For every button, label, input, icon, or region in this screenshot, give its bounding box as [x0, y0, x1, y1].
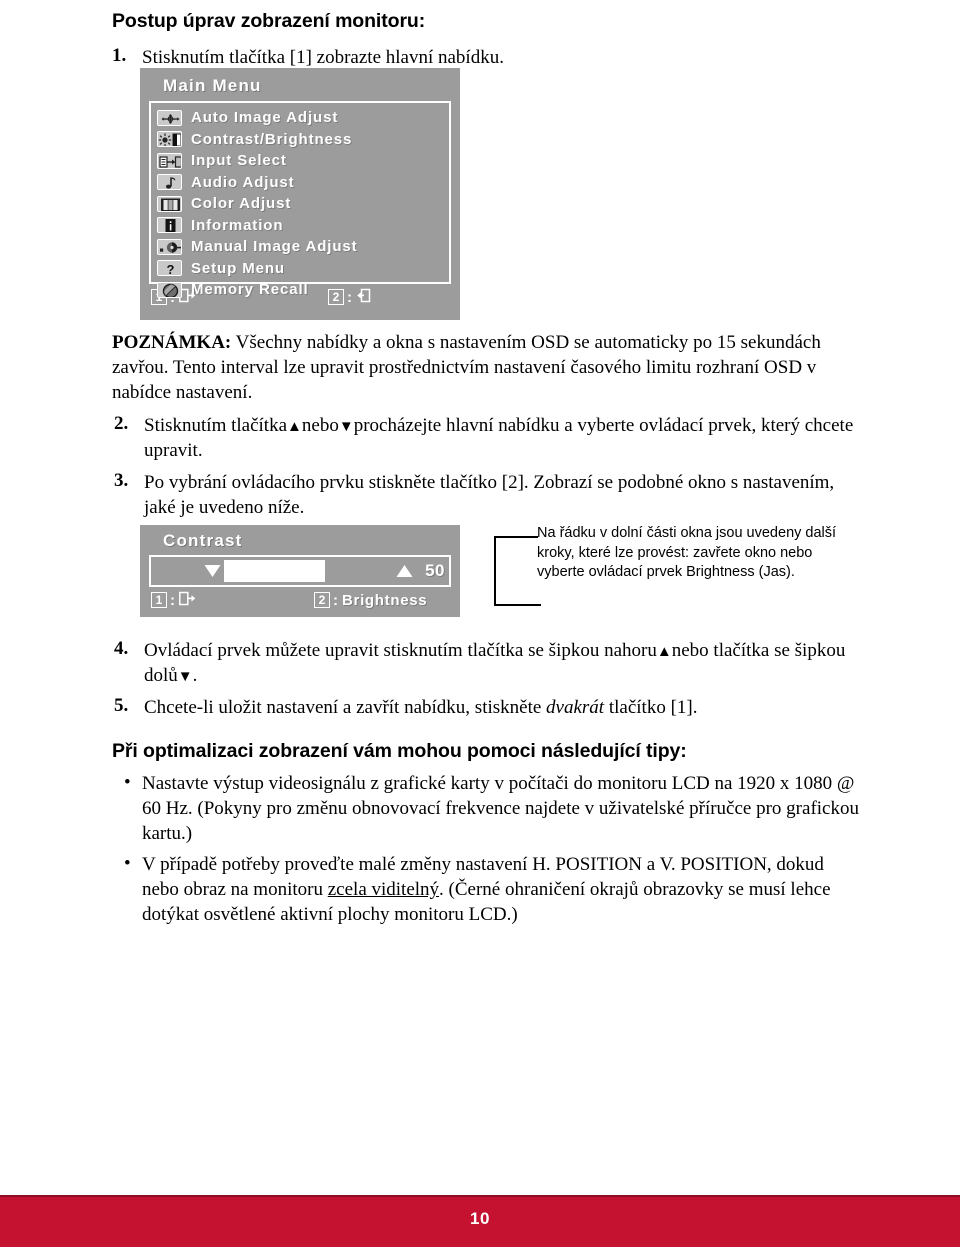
osd-main-menu-list: Auto Image Adjust Contrast/Brightness In… — [149, 101, 451, 298]
sidebar-item-label: Contrast/Brightness — [191, 130, 353, 148]
osd-main-menu[interactable]: Main Menu Auto Image Adjust Contrast/Bri… — [140, 68, 460, 320]
step-text: Stisknutím tlačítka [1] zobrazte hlavní … — [142, 47, 504, 68]
sidebar-item-label: Setup Menu — [191, 259, 285, 277]
callout-leader-horizontal-lower — [494, 604, 541, 606]
hint-colon: : — [170, 591, 175, 609]
arrow-down-icon: ▼ — [177, 669, 193, 685]
key-2-badge[interactable]: 2 — [314, 592, 330, 608]
slider-increase-button[interactable] — [393, 560, 417, 582]
audio-adjust-icon — [157, 174, 182, 191]
document-page: Postup úprav zobrazení monitoru: 1. Stis… — [0, 0, 960, 1247]
setup-menu-icon: ? — [157, 260, 182, 277]
step2-part2: nebo — [301, 415, 339, 436]
tip-text: Nastavte výstup videosignálu z grafické … — [142, 773, 859, 844]
slider-track[interactable] — [224, 560, 394, 582]
step5-emphasis: dvakrát — [546, 697, 605, 718]
steps-list-top: 1. Stisknutím tlačítka [1] zobrazte hlav… — [112, 45, 860, 70]
arrow-down-icon: ▼ — [338, 419, 354, 435]
footer-rule — [0, 1195, 960, 1197]
svg-text:?: ? — [167, 262, 175, 276]
sidebar-item-audio-adjust[interactable]: Audio Adjust — [151, 172, 449, 194]
step-text: Po vybrání ovládacího prvku stiskněte tl… — [144, 472, 835, 518]
step-text: Stisknutím tlačítka▲nebo▼procházejte hla… — [144, 415, 853, 461]
page-footer: 10 — [0, 1195, 960, 1247]
sidebar-item-label: Audio Adjust — [191, 173, 295, 191]
list-item: • Nastavte výstup videosignálu z grafick… — [112, 771, 860, 846]
step5-part2: tlačítko [1]. — [604, 697, 698, 718]
arrow-up-icon: ▲ — [656, 644, 672, 660]
exit-icon — [179, 591, 196, 609]
step-text: Chcete-li uložit nastavení a zavřít nabí… — [144, 697, 697, 718]
key-1-badge[interactable]: 1 — [151, 592, 167, 608]
slider-decrease-button[interactable] — [201, 560, 224, 582]
bullet-dot-icon: • — [124, 853, 131, 874]
note-paragraph: POZNÁMKA: Všechny nabídky a okna s nasta… — [112, 330, 860, 405]
input-select-icon — [157, 152, 182, 169]
sidebar-item-label: Color Adjust — [191, 195, 292, 213]
step-number: 1. — [112, 45, 127, 66]
step4-part1: Ovládací prvek můžete upravit stisknutím… — [144, 640, 657, 661]
color-adjust-icon — [157, 195, 182, 212]
slider-fill — [224, 560, 326, 582]
sidebar-item-label: Manual Image Adjust — [191, 238, 358, 256]
sidebar-item-label: Auto Image Adjust — [191, 109, 339, 127]
step4-part3: . — [192, 665, 198, 686]
callout-text: Na řádku v dolní části okna jsou uvedeny… — [537, 525, 837, 580]
sidebar-item-contrast-brightness[interactable]: Contrast/Brightness — [151, 129, 449, 151]
step2-part1: Stisknutím tlačítka — [144, 415, 288, 436]
quantity-stepper[interactable]: 50 — [155, 560, 445, 582]
tips-heading: Při optimalizaci zobrazení vám mohou pom… — [112, 740, 687, 762]
hint-colon: : — [347, 288, 352, 306]
manual-image-adjust-icon — [157, 238, 182, 255]
step-item-1: 1. Stisknutím tlačítka [1] zobrazte hlav… — [112, 45, 860, 70]
enter-icon — [356, 288, 373, 306]
sidebar-item-input-select[interactable]: Input Select — [151, 150, 449, 172]
sidebar-item-label: Memory Recall — [191, 281, 309, 299]
sidebar-item-label: Information — [191, 216, 284, 234]
step-item-2: 2. Stisknutím tlačítka▲nebo▼procházejte … — [112, 413, 860, 463]
tip-text: V případě potřeby proveďte malé změny na… — [142, 854, 831, 925]
auto-image-adjust-icon — [157, 109, 182, 126]
step-number: 3. — [114, 470, 129, 491]
sidebar-item-information[interactable]: Information — [151, 215, 449, 237]
step-number: 4. — [114, 638, 129, 659]
contrast-slider-row: 50 — [149, 555, 451, 587]
sidebar-item-auto-image-adjust[interactable]: Auto Image Adjust — [151, 107, 449, 129]
sidebar-item-label: Input Select — [191, 152, 287, 170]
memory-recall-icon — [157, 281, 182, 298]
brightness-hint-label: Brightness — [342, 591, 428, 609]
tip2-underline: zcela viditelný — [327, 879, 440, 900]
hint-colon: : — [333, 591, 338, 609]
sidebar-item-manual-image-adjust[interactable]: Manual Image Adjust — [151, 236, 449, 258]
page-title: Postup úprav zobrazení monitoru: — [112, 10, 426, 32]
arrow-up-icon: ▲ — [287, 419, 302, 435]
slider-value: 50 — [425, 561, 445, 580]
sidebar-item-setup-menu[interactable]: ? Setup Menu — [151, 258, 449, 280]
osd-contrast-title: Contrast — [163, 531, 243, 550]
bullet-dot-icon: • — [124, 772, 131, 793]
list-item: • V případě potřeby proveďte malé změny … — [112, 852, 860, 927]
step-item-3: 3. Po vybrání ovládacího prvku stiskněte… — [112, 470, 860, 520]
key-2-badge[interactable]: 2 — [328, 289, 344, 305]
contrast-brightness-icon — [157, 131, 182, 148]
osd-main-menu-title: Main Menu — [163, 76, 262, 95]
information-icon — [157, 217, 182, 234]
osd-contrast-hint-bar: 1 : 2 : Brightness — [149, 590, 451, 610]
callout-leader-horizontal-upper — [494, 536, 538, 538]
step-text: Ovládací prvek můžete upravit stisknutím… — [144, 640, 845, 686]
step5-part1: Chcete-li uložit nastavení a zavřít nabí… — [144, 697, 547, 718]
step-item-4: 4. Ovládací prvek můžete upravit stisknu… — [112, 638, 860, 688]
tips-list: • Nastavte výstup videosignálu z grafick… — [112, 771, 860, 927]
step-number: 5. — [114, 695, 129, 716]
sidebar-item-color-adjust[interactable]: Color Adjust — [151, 193, 449, 215]
osd-contrast-window[interactable]: Contrast 50 1: 2: Brightness — [140, 525, 460, 617]
callout-leader-vertical — [494, 536, 496, 606]
step-item-5: 5. Chcete-li uložit nastavení a zavřít n… — [112, 695, 860, 720]
note-label: POZNÁMKA: — [112, 332, 232, 353]
page-number: 10 — [470, 1209, 490, 1228]
step-number: 2. — [114, 413, 129, 434]
